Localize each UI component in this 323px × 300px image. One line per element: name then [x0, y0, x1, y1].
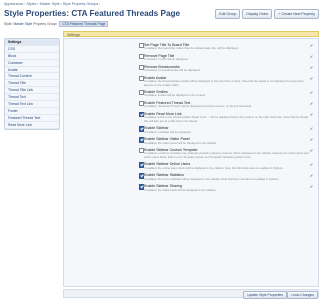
sidebar-item[interactable]: Thread Text Link — [5, 101, 59, 108]
option-row: Enable Avatar If enabled, the thread star… — [139, 75, 313, 87]
page-title: Style Properties: CTA Featured Threads P… — [4, 9, 181, 18]
options-list: Set Page Title To Board Title If enabled,… — [139, 43, 313, 195]
style-value[interactable]: Master Style — [13, 22, 32, 26]
update-style-properties-button[interactable]: Update Style Properties — [243, 291, 287, 299]
pencil-icon[interactable] — [310, 127, 313, 131]
breadcrumb-item[interactable]: Appearance — [4, 2, 23, 6]
breadcrumb-item[interactable]: Master Style — [40, 2, 60, 6]
sidebar-item[interactable]: Avatar — [5, 67, 59, 74]
sidebar-item[interactable]: Block — [5, 53, 59, 60]
display-order-button[interactable]: Display Order — [242, 9, 273, 19]
pencil-icon[interactable] — [310, 44, 313, 47]
breadcrumb-item[interactable]: Style Property Groups — [63, 2, 98, 6]
checkbox-checked-icon — [139, 126, 145, 132]
option-description: If enabled, the thread starters avatar w… — [144, 79, 304, 87]
checkbox-empty-icon — [139, 90, 145, 96]
option-row: Enable Sidebar Custom Template If enabled… — [139, 148, 313, 159]
option-row: Enable Read More Link If enabled, a link … — [139, 111, 313, 123]
checkbox-checked-icon — [139, 137, 145, 143]
pencil-icon[interactable] — [310, 149, 313, 152]
option-checkbox[interactable] — [139, 43, 145, 49]
sidebar-item[interactable]: Thread Title Link — [5, 87, 59, 95]
sidebar: Settings CSS Block Container Avatar Thread Co… — [4, 38, 60, 130]
option-description: If enabled, smilies will be displayed in… — [144, 93, 206, 98]
pencil-icon[interactable] — [310, 113, 313, 116]
checkbox-checked-icon — [139, 162, 145, 168]
option-row: Enable Sidebar If enabled, a sidebar will… — [139, 126, 313, 134]
option-checkbox[interactable] — [139, 75, 145, 82]
pencil-icon[interactable] — [310, 174, 313, 178]
option-description: If enabled, the board title, rather than… — [144, 46, 239, 51]
option-checkbox[interactable] — [139, 126, 145, 132]
option-row: Enable Featured Thread Text If enabled, "… — [139, 100, 313, 109]
checkbox-checked-icon — [139, 111, 145, 118]
option-checkbox[interactable] — [139, 148, 145, 154]
checkbox-empty-icon — [139, 53, 145, 60]
style-selector: Style: Master Style Property Group: CTA … — [4, 21, 109, 27]
sidebar-item[interactable]: Read More Link — [5, 122, 59, 129]
sidebar-item[interactable]: Thread Text — [5, 94, 59, 102]
option-row: Enable Sidebar Online Users If enabled, t… — [139, 162, 313, 170]
checkbox-empty-icon — [139, 75, 145, 82]
option-description: If enabled, the visitor panel will be di… — [144, 140, 217, 145]
option-description: If enabled, the online users block will … — [144, 165, 284, 170]
option-description: If checked, no breadcrumbs will be displ… — [144, 68, 201, 73]
option-row: Enable Sidebar Sharing If enabled, the sh… — [139, 184, 313, 192]
pencil-icon[interactable] — [310, 76, 313, 80]
undo-changes-button[interactable]: Undo Changes — [287, 291, 318, 299]
checkbox-empty-icon — [139, 43, 145, 49]
option-description: If enabled, a link to the thread entitle… — [144, 115, 309, 123]
breadcrumb-item[interactable]: Styles — [27, 2, 37, 6]
style-label: Style: — [4, 22, 13, 26]
option-description: If enabled, "Featured Thread" will be di… — [144, 104, 252, 109]
property-group-label: Property Group: — [33, 22, 58, 26]
option-description: If enabled, the forum statistics will be… — [144, 176, 280, 181]
option-description: If enabled, a custom template (cta_featu… — [144, 151, 309, 159]
sidebar-item[interactable]: Thread Title — [5, 80, 59, 88]
sidebar-item[interactable]: Settings — [5, 39, 59, 46]
option-row: Enable Smilies If enabled, smilies will b… — [139, 90, 313, 98]
option-checkbox[interactable] — [139, 162, 145, 168]
top-buttons: Edit Group Display Order + Create New Pr… — [215, 9, 319, 19]
pencil-icon[interactable] — [310, 102, 313, 105]
pencil-icon[interactable] — [310, 66, 313, 69]
sidebar-item[interactable]: Footer — [5, 108, 59, 115]
option-checkbox[interactable] — [139, 53, 145, 60]
sidebar-item[interactable]: Container — [5, 60, 59, 67]
checkbox-empty-icon — [139, 64, 145, 71]
option-description: If checked, no title will be displayed. — [144, 57, 189, 62]
option-checkbox[interactable] — [139, 173, 145, 179]
option-description: If enabled, the share block will be disp… — [144, 187, 217, 192]
option-checkbox[interactable] — [139, 64, 145, 71]
option-row: Remove Breadcrumbs If checked, no breadcr… — [139, 64, 313, 73]
create-property-button[interactable]: + Create New Property — [274, 9, 319, 19]
pencil-icon[interactable] — [310, 91, 313, 94]
option-checkbox[interactable] — [139, 137, 145, 143]
option-description: If enabled, a sidebar will be displayed. — [144, 129, 192, 134]
pencil-icon[interactable] — [310, 55, 313, 58]
pencil-icon[interactable] — [310, 163, 313, 167]
option-row: Enable Sidebar Visitor Panel If enabled, … — [139, 137, 313, 145]
sidebar-item[interactable]: Thread Content — [5, 73, 59, 81]
option-checkbox[interactable] — [139, 90, 145, 96]
checkbox-empty-icon — [139, 148, 145, 154]
option-row: Enable Sidebar Statistics If enabled, the… — [139, 173, 313, 181]
settings-header: Settings — [63, 31, 319, 37]
pencil-icon[interactable] — [310, 185, 313, 189]
option-checkbox[interactable] — [139, 100, 145, 107]
sidebar-item[interactable]: CSS — [5, 46, 59, 53]
breadcrumb: Appearance› Styles› Master Style› Style … — [4, 2, 101, 6]
property-group-tag[interactable]: CTA Featured Threads Page — [59, 21, 109, 27]
option-row: Remove Page Title If checked, no title wi… — [139, 53, 313, 62]
pencil-icon[interactable] — [310, 138, 313, 141]
checkbox-checked-icon — [139, 184, 145, 190]
sidebar-item[interactable]: Featured Thread Text — [5, 115, 59, 122]
option-row: Set Page Title To Board Title If enabled,… — [139, 43, 313, 51]
page: Appearance› Styles› Master Style› Style … — [0, 0, 323, 300]
edit-group-button[interactable]: Edit Group — [215, 9, 241, 19]
option-checkbox[interactable] — [139, 111, 145, 118]
checkbox-checked-icon — [139, 173, 145, 179]
option-checkbox[interactable] — [139, 184, 145, 190]
checkbox-empty-icon — [139, 100, 145, 107]
